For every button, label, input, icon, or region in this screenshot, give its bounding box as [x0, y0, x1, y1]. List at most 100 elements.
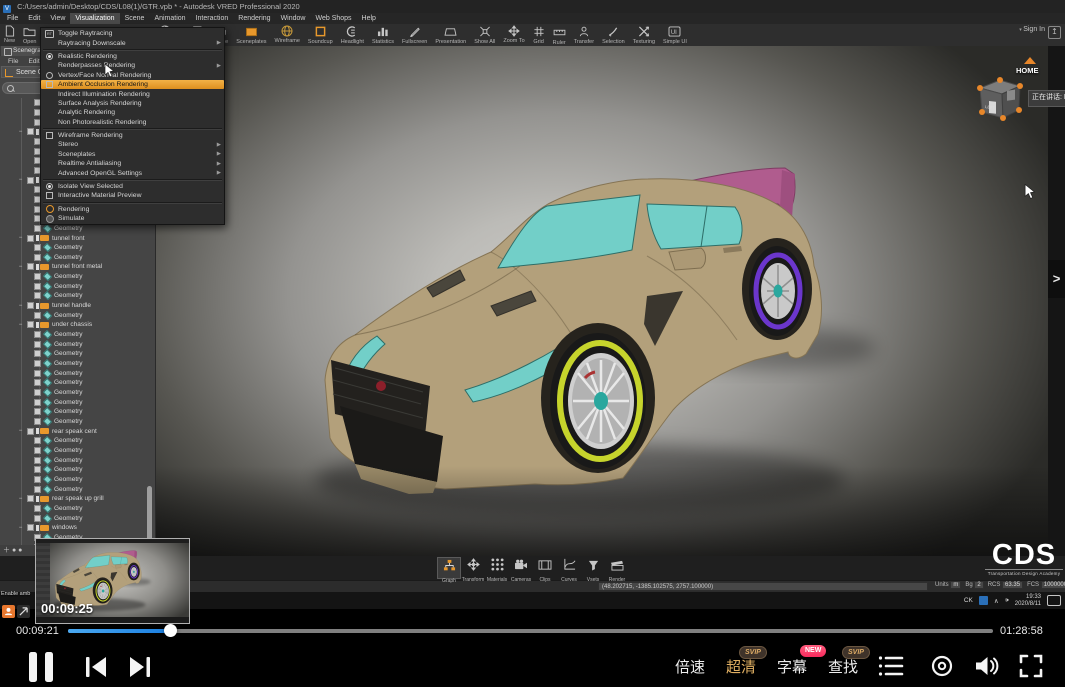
volume-tray-icon[interactable]: 🕩 [1005, 597, 1009, 605]
tree-geometry-row[interactable]: Geometry [0, 407, 146, 417]
panel-expand-button[interactable]: > [1048, 260, 1065, 298]
toolbar-texturing[interactable]: Texturing [629, 25, 659, 48]
tree-group-row[interactable]: −rear speak cent [0, 426, 146, 436]
tree-geometry-row[interactable]: Geometry [0, 436, 146, 446]
toolbar-soundcup[interactable]: Soundcup [304, 25, 337, 48]
menu-window[interactable]: Window [276, 13, 311, 24]
tree-toggle[interactable]: − [17, 428, 24, 434]
tree-checkbox[interactable] [34, 379, 41, 386]
volume-icon[interactable] [974, 654, 1000, 678]
tree-geometry-row[interactable]: Geometry [0, 291, 146, 301]
tree-checkbox[interactable] [34, 370, 41, 377]
tree-checkbox[interactable] [34, 476, 41, 483]
ime-icon[interactable] [979, 596, 988, 605]
toolbar-fullscreen[interactable]: Fullscreen [398, 25, 431, 48]
tree-geometry-row[interactable]: Geometry [0, 417, 146, 427]
tree-checkbox[interactable] [34, 292, 41, 299]
viz-menu-item-realtime-antialiasing[interactable]: Realtime Antialiasing▶ [41, 159, 224, 168]
viz-menu-item-stereo[interactable]: Stereo▶ [41, 140, 224, 149]
quick-clips[interactable]: Clips [533, 557, 557, 579]
tree-geometry-row[interactable]: Geometry [0, 484, 146, 494]
tree-geometry-row[interactable]: Geometry [0, 253, 146, 263]
quick-graph[interactable]: Graph [437, 557, 461, 579]
speaker-user-icon[interactable] [2, 605, 15, 618]
quick-transform[interactable]: Transform [461, 557, 485, 579]
tree-checkbox[interactable] [34, 447, 41, 454]
tray-expand-icon[interactable]: ∧ [994, 597, 999, 605]
tree-toggle[interactable]: − [17, 322, 24, 328]
tree-toggle[interactable]: − [17, 496, 24, 502]
tree-group-row[interactable]: −under chassis [0, 320, 146, 330]
tree-checkbox[interactable] [27, 235, 34, 242]
tree-geometry-row[interactable]: Geometry [0, 475, 146, 485]
menu-scene[interactable]: Scene [120, 13, 150, 24]
tree-checkbox[interactable] [34, 505, 41, 512]
playback-speed-button[interactable]: 倍速 [675, 656, 705, 677]
tree-checkbox[interactable] [27, 263, 34, 270]
tree-geometry-row[interactable]: Geometry [0, 378, 146, 388]
tree-checkbox[interactable] [34, 389, 41, 396]
menu-interaction[interactable]: Interaction [191, 13, 234, 24]
tree-checkbox[interactable] [27, 428, 34, 435]
tree-geometry-row[interactable]: Geometry [0, 310, 146, 320]
taskbar-clock[interactable]: 19:332020/8/11 [1015, 594, 1041, 608]
viz-menu-item-non-photorealistic-rendering[interactable]: Non Photorealistic Rendering [41, 118, 224, 127]
quick-curves[interactable]: Curves [557, 557, 581, 579]
tree-checkbox[interactable] [34, 466, 41, 473]
tree-geometry-row[interactable]: Geometry [0, 368, 146, 378]
menu-edit[interactable]: Edit [23, 13, 45, 24]
tree-geometry-row[interactable]: Geometry [0, 359, 146, 369]
toolbar-simple-ui[interactable]: UISimple UI [659, 25, 691, 48]
quality-button[interactable]: 超清 [726, 656, 756, 677]
viz-menu-item-simulate[interactable]: Simulate [41, 214, 224, 223]
status-field-units[interactable]: Units m [935, 582, 961, 588]
tree-geometry-row[interactable]: Geometry [0, 465, 146, 475]
tree-checkbox[interactable] [34, 437, 41, 444]
tree-checkbox[interactable] [27, 524, 34, 531]
upload-icon[interactable]: ↥ [1048, 26, 1061, 39]
menu-help[interactable]: Help [357, 13, 381, 24]
tree-checkbox[interactable] [34, 360, 41, 367]
menu-view[interactable]: View [45, 13, 70, 24]
tree-checkbox[interactable] [34, 399, 41, 406]
tree-toggle[interactable]: − [17, 264, 24, 270]
status-field-bg[interactable]: Bg 2 [965, 582, 983, 588]
viz-menu-item-realistic-rendering[interactable]: Realistic Rendering [41, 52, 224, 61]
tree-group-row[interactable]: −tunnel handle [0, 301, 146, 311]
tree-checkbox[interactable] [34, 312, 41, 319]
tree-geometry-row[interactable]: Geometry [0, 388, 146, 398]
tree-geometry-row[interactable]: Geometry [0, 446, 146, 456]
subtitles-button[interactable]: 字幕 [777, 656, 807, 677]
viz-menu-item-sceneplates[interactable]: Sceneplates▶ [41, 150, 224, 159]
tree-checkbox[interactable] [34, 408, 41, 415]
scenegraph-menu-file[interactable]: File [4, 58, 22, 65]
fullscreen-icon[interactable] [1019, 654, 1043, 678]
tree-geometry-row[interactable]: Geometry [0, 513, 146, 523]
tree-geometry-row[interactable]: Geometry [0, 339, 146, 349]
view-cube[interactable]: LEFT [970, 72, 1026, 124]
preview-thumbnail[interactable]: 00:09:25 [35, 538, 190, 624]
tree-geometry-row[interactable]: Geometry [0, 243, 146, 253]
coordinates-field[interactable]: (48.202715, -1385.102575, 2757.100000) [598, 582, 928, 591]
tree-checkbox[interactable] [34, 515, 41, 522]
tree-checkbox[interactable] [27, 128, 34, 135]
tree-toggle[interactable]: − [17, 303, 24, 309]
tree-checkbox[interactable] [34, 244, 41, 251]
viz-menu-item-advanced-opengl-settings[interactable]: Advanced OpenGL Settings▶ [41, 168, 224, 177]
viz-menu-item-toggle-raytracing[interactable]: RTToggle Raytracing [41, 29, 224, 38]
toolbar-zoom-to[interactable]: Zoom To [499, 24, 528, 47]
record-icon[interactable] [930, 654, 954, 678]
quick-cameras[interactable]: Cameras [509, 557, 533, 579]
toolbar-statistics[interactable]: Statistics [368, 25, 398, 48]
pause-button[interactable] [28, 651, 54, 683]
toolbar-grid[interactable]: Grid [529, 25, 549, 48]
viz-menu-item-vertex-face-normal-rendering[interactable]: Vertex/Face Normal Rendering [41, 71, 224, 80]
notification-icon[interactable] [1047, 595, 1061, 606]
viz-menu-item-isolate-view-selected[interactable]: Isolate View Selected [41, 182, 224, 191]
progress-handle[interactable] [164, 624, 177, 637]
tree-toggle[interactable]: − [17, 235, 24, 241]
toolbar-selection[interactable]: Selection [598, 25, 629, 48]
share-screen-icon[interactable] [17, 605, 30, 618]
tree-checkbox[interactable] [34, 273, 41, 280]
tree-checkbox[interactable] [27, 302, 34, 309]
